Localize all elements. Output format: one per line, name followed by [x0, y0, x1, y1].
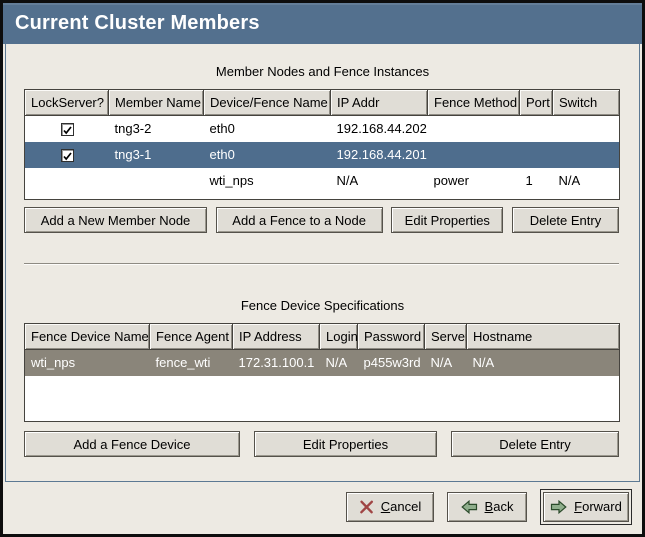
member-row-wti-nps[interactable]: wti_nps N/A power 1 N/A — [25, 168, 620, 194]
column-header-login[interactable]: Login — [320, 324, 358, 350]
wizard-footer: Cancel Back Forward — [3, 482, 642, 531]
fence-devices-section-title: Fence Device Specifications — [24, 265, 621, 313]
column-header-ip-address[interactable]: IP Address — [233, 324, 320, 350]
members-section-title: Member Nodes and Fence Instances — [24, 44, 621, 79]
add-fence-to-node-button[interactable]: Add a Fence to a Node — [216, 207, 383, 233]
column-header-device-fence-name[interactable]: Device/Fence Name — [204, 90, 331, 116]
delete-entry-button[interactable]: Delete Entry — [451, 431, 619, 457]
check-icon — [62, 151, 73, 162]
column-header-port[interactable]: Port — [520, 90, 553, 116]
cell-fence-method — [428, 142, 520, 168]
title-bar: Current Cluster Members — [3, 3, 642, 44]
cell-ip-addr: 192.168.44.202 — [331, 116, 428, 142]
cell-fence-method — [428, 116, 520, 142]
page-title: Current Cluster Members — [15, 12, 260, 35]
check-icon — [62, 125, 73, 136]
cell-port — [520, 142, 553, 168]
table-filler — [25, 376, 620, 422]
cell-switch — [553, 142, 620, 168]
forward-label: Forward — [574, 499, 622, 514]
column-header-fence-device-name[interactable]: Fence Device Name — [25, 324, 150, 350]
cell-device-fence-name: wti_nps — [204, 168, 331, 194]
cell-ip-address: 172.31.100.1 — [233, 350, 320, 376]
cell-fence-agent: fence_wti — [150, 350, 233, 376]
back-label: Back — [485, 499, 514, 514]
cell-port: 1 — [520, 168, 553, 194]
cell-switch: N/A — [553, 168, 620, 194]
column-header-hostname[interactable]: Hostname — [467, 324, 620, 350]
cancel-label: Cancel — [381, 499, 421, 514]
add-new-member-node-button[interactable]: Add a New Member Node — [24, 207, 207, 233]
member-buttons-row: Add a New Member Node Add a Fence to a N… — [24, 207, 619, 233]
cell-member-name: tng3-1 — [109, 142, 204, 168]
cell-device-fence-name: eth0 — [204, 116, 331, 142]
cell-ip-addr: N/A — [331, 168, 428, 194]
arrow-left-icon — [461, 500, 478, 514]
cell-member-name: tng3-2 — [109, 116, 204, 142]
column-header-password[interactable]: Password — [358, 324, 425, 350]
cell-login: N/A — [320, 350, 358, 376]
cell-switch — [553, 116, 620, 142]
back-button[interactable]: Back — [447, 492, 527, 522]
cancel-button[interactable]: Cancel — [346, 492, 434, 522]
column-header-fence-agent[interactable]: Fence Agent — [150, 324, 233, 350]
add-fence-device-button[interactable]: Add a Fence Device — [24, 431, 240, 457]
column-header-fence-method[interactable]: Fence Method — [428, 90, 520, 116]
content-panel: Member Nodes and Fence Instances LockSer… — [5, 44, 640, 482]
member-row-tng3-1-selected[interactable]: tng3-1 eth0 192.168.44.201 — [25, 142, 620, 168]
fence-devices-table: Fence Device Name Fence Agent IP Address… — [24, 323, 620, 422]
cancel-x-icon — [359, 500, 374, 514]
cell-hostname: N/A — [467, 350, 620, 376]
cell-ip-addr: 192.168.44.201 — [331, 142, 428, 168]
column-header-switch[interactable]: Switch — [553, 90, 620, 116]
table-filler — [25, 194, 620, 200]
member-row-tng3-2[interactable]: tng3-2 eth0 192.168.44.202 — [25, 116, 620, 142]
cell-device-fence-name: eth0 — [204, 142, 331, 168]
lockserver-checkbox[interactable] — [61, 149, 74, 162]
arrow-right-icon — [550, 500, 567, 514]
delete-entry-button[interactable]: Delete Entry — [512, 207, 619, 233]
column-header-member-name[interactable]: Member Name — [109, 90, 204, 116]
edit-properties-button[interactable]: Edit Properties — [391, 207, 503, 233]
column-header-ip-addr[interactable]: IP Addr — [331, 90, 428, 116]
fence-device-row-wti-nps-selected[interactable]: wti_nps fence_wti 172.31.100.1 N/A p455w… — [25, 350, 620, 376]
cell-fence-method: power — [428, 168, 520, 194]
lockserver-checkbox[interactable] — [61, 123, 74, 136]
fence-buttons-row: Add a Fence Device Edit Properties Delet… — [24, 431, 619, 457]
cell-server: N/A — [425, 350, 467, 376]
default-button-ring: Forward — [540, 489, 632, 525]
member-nodes-table: LockServer? Member Name Device/Fence Nam… — [24, 89, 620, 200]
forward-button[interactable]: Forward — [543, 492, 629, 522]
column-header-server[interactable]: Server — [425, 324, 467, 350]
cell-member-name — [109, 168, 204, 194]
cell-port — [520, 116, 553, 142]
cell-fence-device-name: wti_nps — [25, 350, 150, 376]
edit-properties-button[interactable]: Edit Properties — [254, 431, 437, 457]
current-cluster-members-window: Current Cluster Members Member Nodes and… — [0, 0, 645, 537]
cell-password: p455w3rd — [358, 350, 425, 376]
column-header-lockserver[interactable]: LockServer? — [25, 90, 109, 116]
fence-table-header-row: Fence Device Name Fence Agent IP Address… — [25, 324, 620, 350]
member-table-header-row: LockServer? Member Name Device/Fence Nam… — [25, 90, 620, 116]
